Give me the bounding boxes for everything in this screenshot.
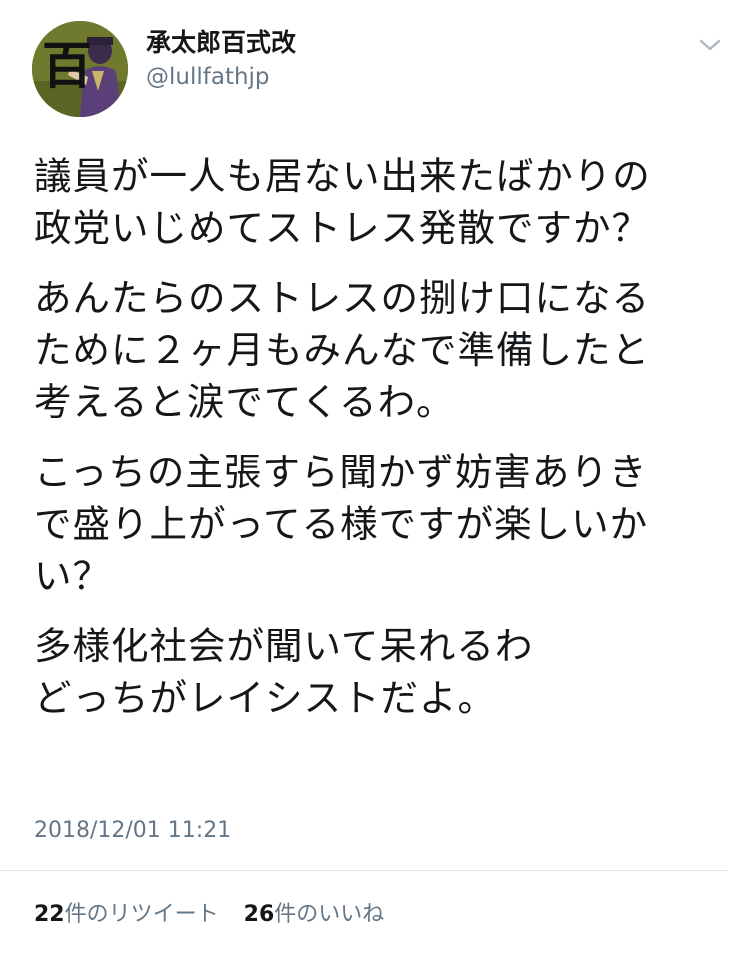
- tweet-text: 議員が一人も居ない出来たばかりの 政党いじめてストレス発散ですか？ あんたらのス…: [34, 150, 724, 742]
- tweet-line: 考えると涙でてくるわ。: [34, 380, 455, 424]
- chevron-down-icon: [699, 39, 721, 51]
- tweet-line: 多様化社会が聞いて呆れるわ: [34, 624, 534, 668]
- user-handle[interactable]: @lullfathjp: [146, 62, 270, 92]
- retweet-label: 件のリツイート: [64, 902, 219, 927]
- tweet-menu-button[interactable]: [690, 30, 730, 60]
- tweet-stats: 22件のリツイート 26件のいいね: [34, 900, 402, 930]
- retweet-count: 22: [34, 902, 65, 927]
- avatar-image: 百: [32, 21, 128, 117]
- display-name[interactable]: 承太郎百式改: [146, 28, 296, 58]
- tweet-paragraph: 議員が一人も居ない出来たばかりの 政党いじめてストレス発散ですか？: [34, 150, 724, 254]
- tweet-line: で盛り上がってる様ですが楽しいか: [34, 502, 649, 546]
- tweet-line: こっちの主張すら聞かず妨害ありき: [34, 450, 648, 494]
- retweet-stat[interactable]: 22件のリツイート: [34, 902, 219, 927]
- tweet-line: 政党いじめてストレス発散ですか？: [34, 206, 650, 250]
- tweet-line: 議員が一人も居ない出来たばかりの: [34, 154, 651, 198]
- like-stat[interactable]: 26件のいいね: [244, 902, 385, 927]
- tweet-paragraph: こっちの主張すら聞かず妨害ありき で盛り上がってる様ですが楽しいか い？: [34, 446, 724, 602]
- tweet-line: ために２ヶ月もみんなで準備したと: [34, 328, 650, 372]
- tweet-paragraph: 多様化社会が聞いて呆れるわ どっちがレイシストだよ。: [34, 620, 724, 724]
- tweet-line: どっちがレイシストだよ。: [34, 676, 496, 720]
- avatar-glyph: 百: [42, 36, 92, 95]
- avatar[interactable]: 百: [32, 21, 128, 117]
- tweet-paragraph: あんたらのストレスの捌け口になる ために２ヶ月もみんなで準備したと 考えると涙で…: [34, 272, 724, 428]
- like-count: 26: [243, 902, 275, 927]
- like-label: 件のいいね: [274, 902, 385, 927]
- tweet-timestamp[interactable]: 2018/12/01 11:21: [34, 816, 231, 846]
- tweet-line: あんたらのストレスの捌け口になる: [34, 276, 650, 320]
- tweet-line: い？: [34, 554, 111, 598]
- divider: [0, 870, 728, 871]
